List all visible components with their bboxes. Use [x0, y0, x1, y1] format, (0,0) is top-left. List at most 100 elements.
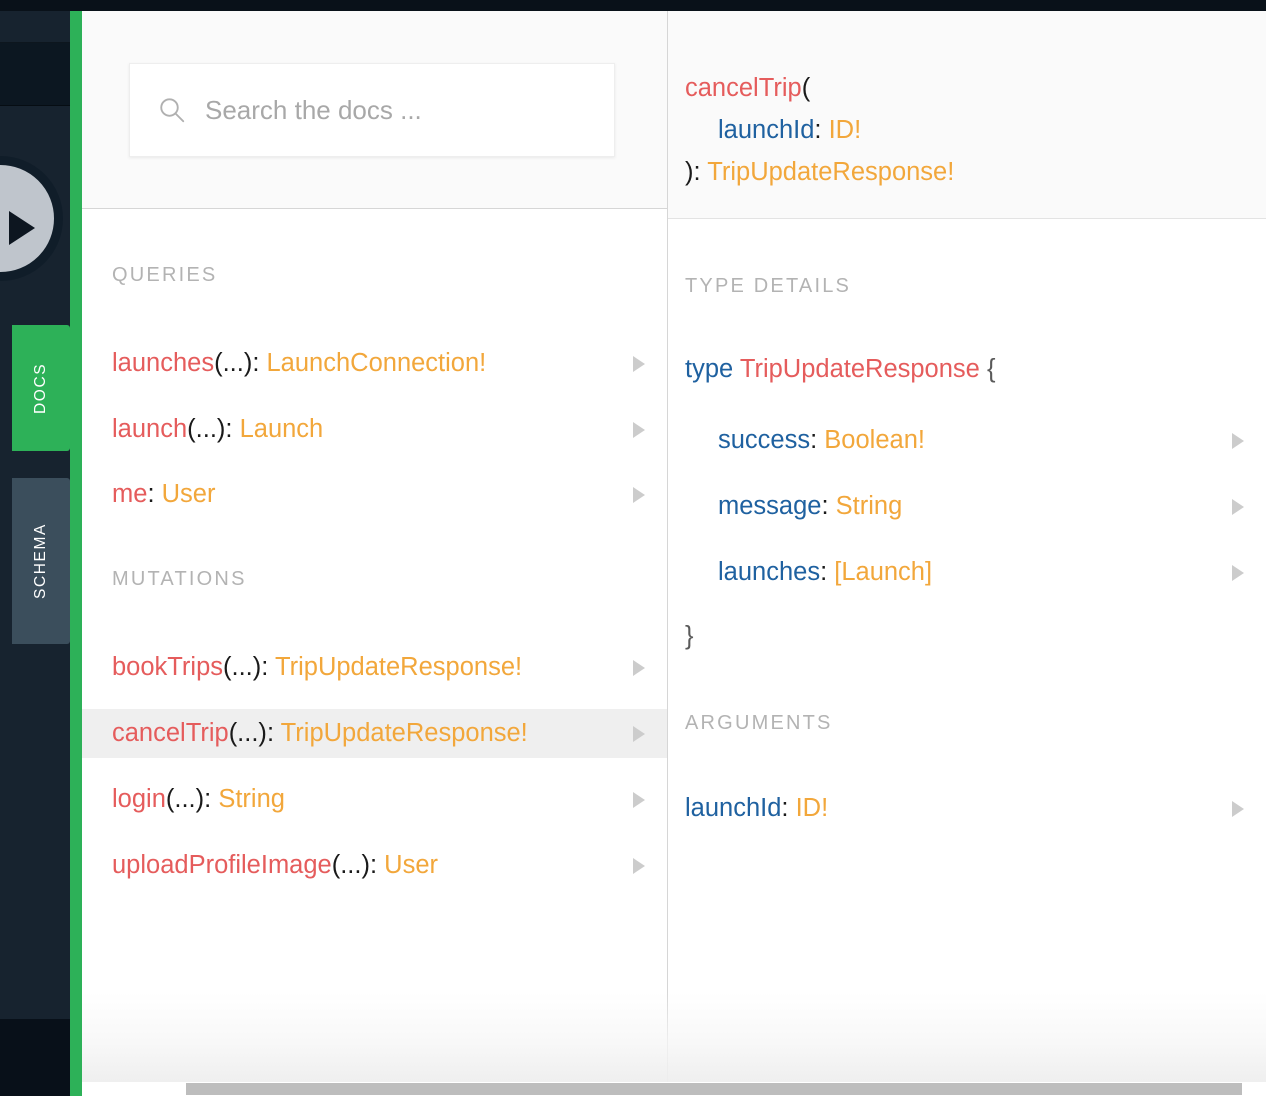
list-item-label: launches(...): LaunchConnection!: [112, 349, 633, 378]
field-type: String: [835, 492, 903, 520]
tab-docs[interactable]: DOCS: [12, 325, 70, 451]
field-args: (...): [165, 785, 205, 813]
list-item[interactable]: bookTrips(...): TripUpdateResponse!: [82, 643, 667, 692]
chevron-right-icon[interactable]: [633, 725, 645, 742]
field-sep: :: [204, 785, 219, 813]
field-name: launches: [718, 558, 821, 586]
list-item-label: launch(...): Launch: [112, 415, 633, 444]
list-item-label: me: User: [112, 480, 633, 509]
signature-arg-name[interactable]: launchId: [685, 116, 814, 144]
field-signature: cancelTrip( launchId: ID! ): TripUpdateR…: [685, 67, 954, 193]
search-input[interactable]: [205, 94, 595, 126]
field-name: uploadProfileImage: [112, 851, 332, 879]
graphiql-left-rail: DOCS SCHEMA: [0, 11, 70, 1096]
signature-field-name[interactable]: cancelTrip: [685, 74, 802, 102]
list-item-label: uploadProfileImage(...): User: [112, 851, 633, 880]
field-name: launch: [112, 415, 188, 443]
arg-type: ID!: [795, 794, 829, 822]
chevron-right-icon[interactable]: [1232, 498, 1244, 515]
field-sep: :: [369, 851, 385, 879]
tab-schema-label: SCHEMA: [32, 523, 49, 599]
list-item[interactable]: uploadProfileImage(...): User: [82, 841, 667, 890]
arg-sep: :: [781, 794, 796, 822]
play-icon: [9, 211, 35, 245]
window-top-bar: [0, 0, 1266, 11]
rail-panel-upper: [0, 11, 70, 43]
field-name: login: [112, 785, 166, 813]
list-item[interactable]: login(...): String: [82, 775, 667, 824]
rail-panel-editor: [0, 43, 70, 106]
field-type: String: [218, 785, 285, 813]
chevron-right-icon[interactable]: [1232, 564, 1244, 581]
argument-label: launchId: ID!: [685, 794, 1232, 823]
chevron-right-icon[interactable]: [1232, 432, 1244, 449]
open-brace: {: [986, 355, 996, 383]
field-args: (...): [228, 719, 267, 747]
list-item[interactable]: launch(...): Launch: [82, 405, 667, 454]
field-type: Boolean!: [824, 426, 925, 454]
field-type: User: [384, 851, 438, 879]
type-field-row[interactable]: message: String: [668, 482, 1266, 531]
doc-explorer-panel: QUERIES launches(...): LaunchConnection!…: [82, 11, 1266, 1096]
chevron-right-icon[interactable]: [633, 355, 645, 372]
signature-return-type[interactable]: TripUpdateResponse!: [707, 158, 954, 186]
doc-explorer-detail-header: cancelTrip( launchId: ID! ): TripUpdateR…: [668, 11, 1266, 219]
chevron-right-icon[interactable]: [1232, 800, 1244, 817]
rail-panel-lower: [0, 1019, 70, 1096]
type-field-row[interactable]: launches: [Launch]: [668, 548, 1266, 597]
type-keyword: type: [685, 355, 734, 383]
doc-explorer-detail-body: TYPE DETAILS type TripUpdateResponse { s…: [668, 220, 1266, 1096]
search-icon: [160, 98, 185, 123]
signature-arg-type[interactable]: ID!: [829, 116, 862, 144]
section-title-arguments: ARGUMENTS: [685, 712, 833, 734]
search-box[interactable]: [129, 63, 615, 157]
field-args: (...): [331, 851, 370, 879]
type-field-label: message: String: [685, 492, 1232, 521]
section-title-mutations: MUTATIONS: [112, 568, 247, 590]
field-type: User: [161, 480, 216, 508]
field-args: (...): [187, 415, 226, 443]
type-field-label: success: Boolean!: [685, 426, 1232, 455]
argument-row[interactable]: launchId: ID!: [668, 784, 1266, 833]
field-sep: :: [821, 492, 836, 520]
chevron-right-icon[interactable]: [633, 421, 645, 438]
tab-schema[interactable]: SCHEMA: [12, 478, 70, 644]
field-args: (...): [223, 653, 262, 681]
signature-close-paren: ): [685, 158, 694, 186]
doc-explorer-detail-column: cancelTrip( launchId: ID! ): TripUpdateR…: [668, 11, 1266, 1096]
list-item[interactable]: me: User: [82, 470, 667, 519]
execute-query-button[interactable]: [0, 156, 63, 281]
field-sep: :: [147, 480, 162, 508]
signature-arg-sep: :: [814, 116, 829, 144]
field-sep: :: [266, 719, 281, 747]
chevron-right-icon[interactable]: [633, 857, 645, 874]
horizontal-scrollbar-thumb[interactable]: [186, 1083, 1242, 1095]
list-item-selected[interactable]: cancelTrip(...): TripUpdateResponse!: [82, 709, 667, 758]
field-sep: :: [820, 558, 835, 586]
chevron-right-icon[interactable]: [633, 659, 645, 676]
list-item-label: bookTrips(...): TripUpdateResponse!: [112, 653, 633, 682]
type-field-row[interactable]: success: Boolean!: [668, 416, 1266, 465]
field-name: me: [112, 480, 148, 508]
type-declaration-line: type TripUpdateResponse {: [685, 355, 995, 384]
horizontal-scrollbar-track[interactable]: [82, 1082, 1266, 1096]
section-title-type-details: TYPE DETAILS: [685, 275, 852, 297]
field-type: TripUpdateResponse!: [280, 719, 528, 747]
field-sep: :: [225, 415, 240, 443]
field-sep: :: [252, 349, 267, 377]
list-item-label: login(...): String: [112, 785, 633, 814]
field-name: success: [718, 426, 811, 454]
field-sep: :: [810, 426, 825, 454]
graphiql-doc-explorer: DOCS SCHEMA QUERIES: [0, 0, 1266, 1096]
list-item-label: cancelTrip(...): TripUpdateResponse!: [112, 719, 633, 748]
field-args: (...): [214, 349, 253, 377]
type-name[interactable]: TripUpdateResponse: [740, 355, 980, 383]
chevron-right-icon[interactable]: [633, 486, 645, 503]
docs-accent-strip: [70, 11, 82, 1096]
list-item[interactable]: launches(...): LaunchConnection!: [82, 339, 667, 388]
doc-explorer-list-column: QUERIES launches(...): LaunchConnection!…: [82, 11, 667, 1096]
type-field-label: launches: [Launch]: [685, 558, 1232, 587]
chevron-right-icon[interactable]: [633, 791, 645, 808]
field-name: launches: [112, 349, 215, 377]
field-type: Launch: [239, 415, 324, 443]
